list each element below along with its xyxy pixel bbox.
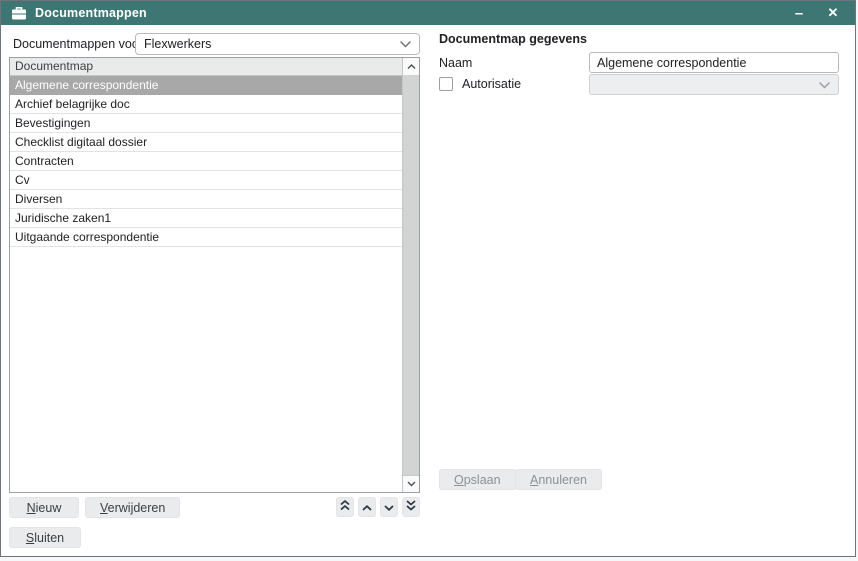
move-up-button[interactable]	[358, 497, 376, 517]
chevron-down-icon	[400, 37, 411, 51]
new-button-label: Nieuw	[27, 501, 62, 515]
reorder-buttons	[333, 497, 420, 517]
list-column-header[interactable]: Documentmap	[10, 58, 402, 76]
save-button-label: Opslaan	[454, 473, 501, 487]
minimize-button[interactable]: –	[787, 1, 811, 25]
list-item[interactable]: Contracten	[10, 152, 402, 171]
titlebar: Documentmappen – ✕	[1, 1, 855, 25]
chevron-up-icon	[362, 498, 372, 516]
scroll-up-button[interactable]	[403, 58, 419, 75]
delete-button-label: Verwijderen	[100, 501, 165, 515]
save-button[interactable]: Opslaan	[439, 469, 516, 490]
double-chevron-down-icon	[406, 498, 416, 516]
chevron-down-icon	[819, 78, 830, 92]
cancel-button[interactable]: Annuleren	[515, 469, 602, 490]
list-item[interactable]: Cv	[10, 171, 402, 190]
documentmappen-dialog: Documentmappen – ✕ Documentmappen voor F…	[0, 0, 856, 557]
name-input[interactable]	[589, 52, 839, 73]
list-item[interactable]: Diversen	[10, 190, 402, 209]
move-last-button[interactable]	[402, 497, 420, 517]
list-item[interactable]: Checklist digitaal dossier	[10, 133, 402, 152]
scrollbar-track[interactable]	[403, 75, 419, 475]
scroll-down-button[interactable]	[403, 475, 419, 492]
move-down-button[interactable]	[380, 497, 398, 517]
details-heading: Documentmap gegevens	[439, 32, 587, 46]
authorization-checkbox[interactable]	[439, 77, 453, 91]
authorization-select[interactable]	[589, 74, 839, 95]
folder-list-rows: Algemene correspondentieArchief belagrij…	[10, 76, 402, 492]
cancel-button-label: Annuleren	[530, 473, 587, 487]
list-item[interactable]: Juridische zaken1	[10, 209, 402, 228]
filter-label: Documentmappen voor	[13, 37, 143, 51]
name-label: Naam	[439, 56, 472, 70]
list-item[interactable]: Algemene correspondentie	[10, 76, 402, 95]
close-icon[interactable]: ✕	[821, 1, 845, 25]
close-dialog-button[interactable]: Sluiten	[9, 527, 81, 548]
chevron-down-icon	[384, 498, 394, 516]
briefcase-icon	[11, 6, 27, 21]
list-item[interactable]: Uitgaande correspondentie	[10, 228, 402, 247]
folder-type-select[interactable]: Flexwerkers	[135, 33, 420, 55]
window-title: Documentmappen	[35, 6, 147, 20]
move-first-button[interactable]	[336, 497, 354, 517]
list-scrollbar[interactable]	[402, 58, 419, 492]
list-item[interactable]: Bevestigingen	[10, 114, 402, 133]
delete-button[interactable]: Verwijderen	[85, 497, 180, 518]
folder-type-value: Flexwerkers	[144, 37, 400, 51]
double-chevron-up-icon	[340, 498, 350, 516]
new-button[interactable]: Nieuw	[9, 497, 79, 518]
close-dialog-label: Sluiten	[26, 531, 64, 545]
list-item[interactable]: Archief belagrijke doc	[10, 95, 402, 114]
folder-list: Documentmap Algemene correspondentieArch…	[9, 57, 420, 493]
authorization-label: Autorisatie	[462, 77, 521, 91]
folder-list-main: Documentmap Algemene correspondentieArch…	[10, 58, 402, 492]
